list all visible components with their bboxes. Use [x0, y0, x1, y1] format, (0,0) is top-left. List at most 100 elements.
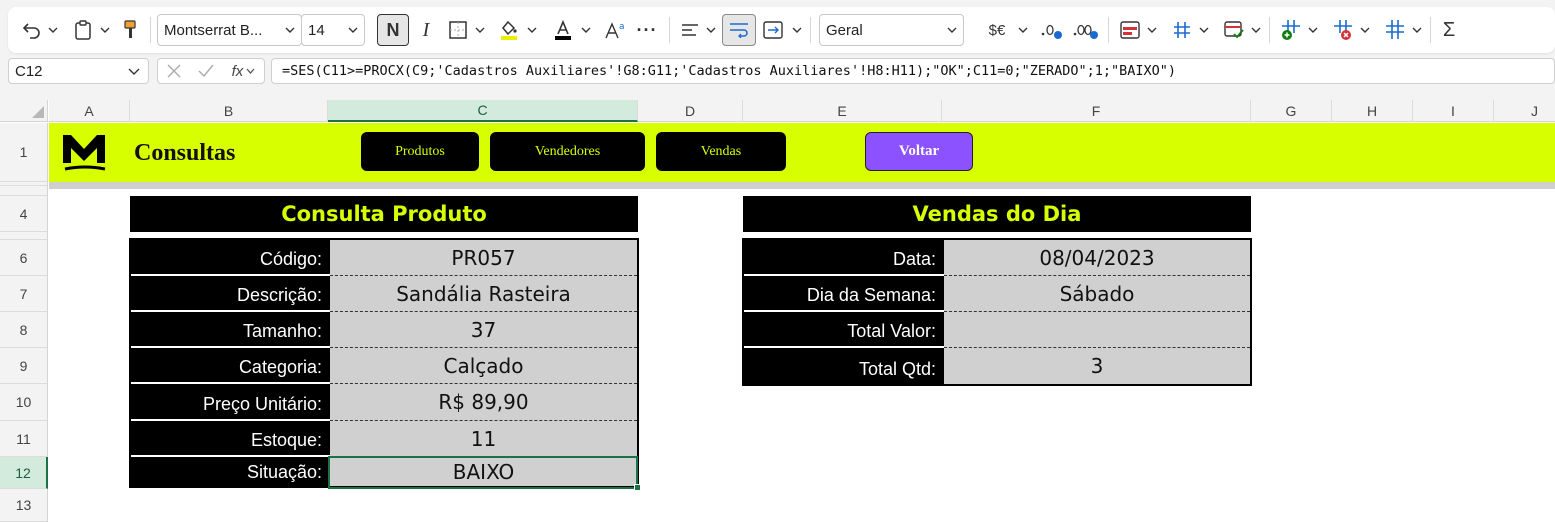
- sales-total-qty-value[interactable]: 3: [944, 348, 1250, 384]
- chevron-down-icon: [792, 27, 802, 33]
- insert-function-button[interactable]: fx: [232, 63, 256, 80]
- increase-decimal-button[interactable]: [1068, 14, 1102, 46]
- format-as-table-button[interactable]: [1167, 14, 1197, 46]
- fill-color-dropdown[interactable]: [525, 14, 539, 46]
- sales-table: Data: 08/04/2023 Dia da Semana: Sábado T…: [742, 238, 1252, 386]
- font-size-increase-button[interactable]: a: [601, 14, 631, 46]
- format-painter-button[interactable]: [116, 14, 144, 46]
- delete-cells-button[interactable]: [1328, 14, 1358, 46]
- vendas-button[interactable]: Vendas: [656, 132, 786, 171]
- toolbar-separator: [669, 17, 670, 43]
- row-header-10[interactable]: 10: [0, 384, 48, 421]
- row-header-11[interactable]: 11: [0, 421, 48, 457]
- column-header-f[interactable]: F: [942, 100, 1251, 122]
- column-header-j[interactable]: J: [1494, 100, 1555, 122]
- row-header-1[interactable]: 1: [0, 123, 48, 182]
- row-header-9[interactable]: 9: [0, 348, 48, 384]
- product-price-value[interactable]: R$ 89,90: [330, 384, 637, 421]
- conditional-format-button[interactable]: [1115, 14, 1145, 46]
- product-size-value[interactable]: 37: [330, 312, 637, 348]
- product-section-title: Consulta Produto: [130, 196, 638, 232]
- product-stock-value[interactable]: 11: [330, 421, 637, 457]
- align-button[interactable]: [676, 14, 704, 46]
- fill-handle[interactable]: [634, 484, 641, 491]
- align-dropdown[interactable]: [704, 14, 718, 46]
- toolbar-separator: [1430, 17, 1431, 43]
- row-header-5[interactable]: [0, 232, 48, 240]
- currency-dropdown[interactable]: [1016, 14, 1030, 46]
- format-cells-dropdown[interactable]: [1410, 14, 1424, 46]
- more-options-button[interactable]: ···: [631, 14, 663, 46]
- formula-input[interactable]: =SES(C11>=PROCX(C9;'Cadastros Auxiliares…: [271, 58, 1555, 84]
- bold-button[interactable]: N: [377, 14, 409, 46]
- cell-styles-button[interactable]: [1219, 14, 1249, 46]
- conditional-format-dropdown[interactable]: [1145, 14, 1159, 46]
- font-color-dropdown[interactable]: [579, 14, 593, 46]
- merge-cells-button[interactable]: [756, 14, 790, 46]
- sales-date-value[interactable]: 08/04/2023: [944, 240, 1250, 276]
- chevron-down-icon: [475, 27, 485, 33]
- decrease-decimal-button[interactable]: [1034, 14, 1068, 46]
- sales-weekday-value[interactable]: Sábado: [944, 276, 1250, 312]
- format-as-table-dropdown[interactable]: [1197, 14, 1211, 46]
- column-header-d[interactable]: D: [638, 100, 743, 122]
- toolbar-separator: [1108, 17, 1109, 43]
- column-header-i[interactable]: I: [1413, 100, 1494, 122]
- fill-color-button[interactable]: [493, 14, 525, 46]
- column-header-c[interactable]: C: [328, 100, 638, 122]
- font-size-increase-icon: a: [605, 22, 625, 39]
- delete-cells-dropdown[interactable]: [1358, 14, 1372, 46]
- increase-decimal-icon: [1073, 24, 1098, 39]
- autosum-button[interactable]: Σ: [1437, 14, 1461, 46]
- table-row: Código: PR057: [131, 240, 637, 276]
- column-header-b[interactable]: B: [130, 100, 328, 122]
- insert-cells-dropdown[interactable]: [1306, 14, 1320, 46]
- chevron-down-icon: [581, 27, 591, 33]
- column-header-a[interactable]: A: [49, 100, 130, 122]
- paste-dropdown[interactable]: [98, 14, 112, 46]
- product-category-value[interactable]: Calçado: [330, 348, 637, 384]
- currency-format-button[interactable]: $€: [978, 14, 1016, 46]
- undo-button[interactable]: [18, 14, 46, 46]
- font-color-button[interactable]: [547, 14, 579, 46]
- toolbar-separator: [150, 17, 151, 43]
- sales-total-value-value[interactable]: [944, 312, 1250, 348]
- wrap-text-button[interactable]: [722, 14, 756, 46]
- product-code-value[interactable]: PR057: [330, 240, 637, 276]
- chevron-down-icon: [100, 27, 110, 33]
- produtos-button[interactable]: Produtos: [361, 132, 479, 171]
- selected-cell-c12[interactable]: [328, 456, 638, 489]
- formula-controls: fx: [157, 58, 265, 84]
- row-header-6[interactable]: 6: [0, 240, 48, 276]
- name-box[interactable]: C12: [8, 58, 149, 84]
- row-header-3[interactable]: [0, 186, 48, 196]
- insert-cells-button[interactable]: [1276, 14, 1306, 46]
- product-description-value[interactable]: Sandália Rasteira: [330, 276, 637, 312]
- borders-button[interactable]: [443, 14, 473, 46]
- undo-dropdown[interactable]: [46, 14, 60, 46]
- column-header-g[interactable]: G: [1251, 100, 1332, 122]
- row-header-8[interactable]: 8: [0, 312, 48, 348]
- font-name-select[interactable]: Montserrat B...: [157, 14, 302, 46]
- merge-dropdown[interactable]: [790, 14, 804, 46]
- check-icon[interactable]: [198, 64, 214, 78]
- select-all-corner[interactable]: [0, 100, 48, 122]
- cell-reference: C12: [15, 62, 43, 80]
- voltar-button[interactable]: Voltar: [865, 132, 973, 171]
- row-header-4[interactable]: 4: [0, 196, 48, 232]
- cancel-icon[interactable]: [167, 64, 181, 78]
- paste-button[interactable]: [68, 14, 98, 46]
- italic-button[interactable]: I: [409, 14, 443, 46]
- column-header-h[interactable]: H: [1332, 100, 1413, 122]
- row-header-7[interactable]: 7: [0, 276, 48, 312]
- format-cells-button[interactable]: [1380, 14, 1410, 46]
- vendedores-button[interactable]: Vendedores: [490, 132, 645, 171]
- number-format-select[interactable]: Geral: [819, 14, 964, 46]
- cell-styles-dropdown[interactable]: [1249, 14, 1263, 46]
- product-description-label: Descrição:: [131, 276, 330, 312]
- row-header-12[interactable]: 12: [0, 457, 48, 489]
- borders-dropdown[interactable]: [473, 14, 487, 46]
- row-header-13[interactable]: 13: [0, 489, 48, 522]
- column-header-e[interactable]: E: [743, 100, 942, 122]
- font-size-select[interactable]: 14: [301, 14, 365, 46]
